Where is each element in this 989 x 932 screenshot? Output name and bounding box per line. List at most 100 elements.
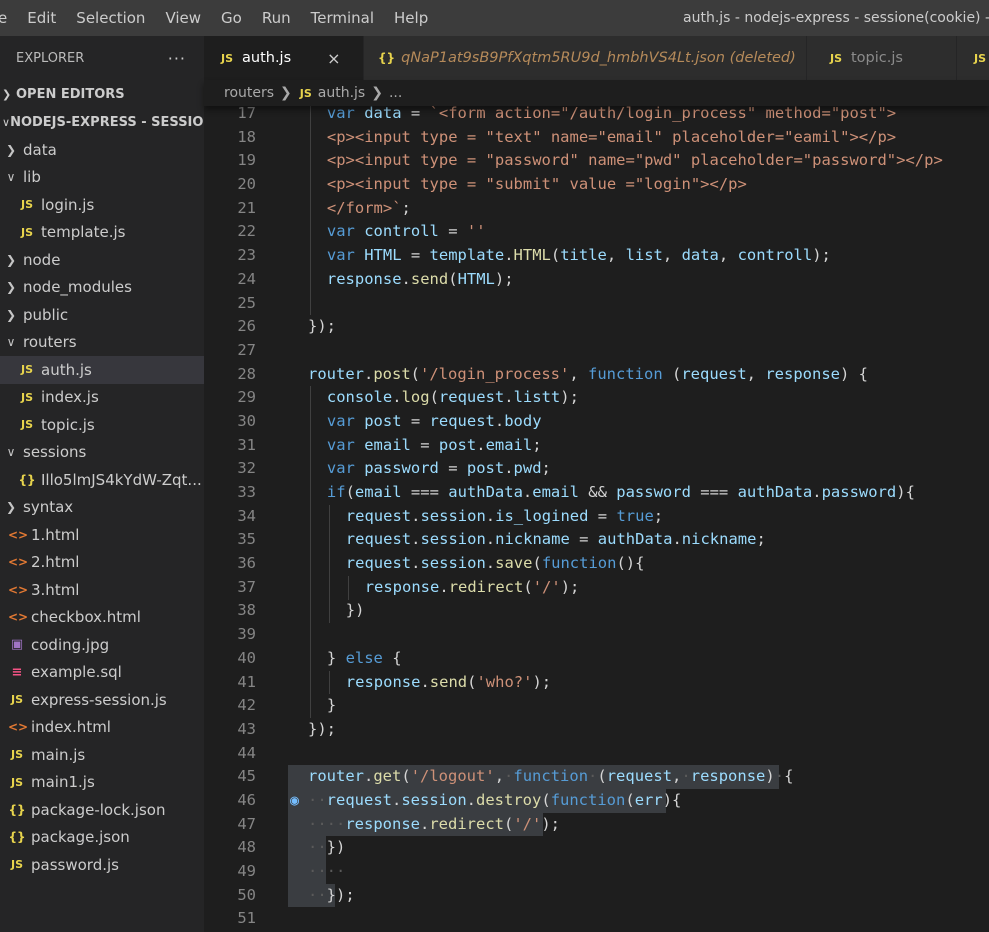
code-token: request <box>345 506 412 525</box>
file-item[interactable]: JS topic.js <box>0 411 204 439</box>
code-token: }) <box>326 838 346 857</box>
js-file-icon: JS <box>20 418 33 432</box>
file-item[interactable]: JS index.js <box>0 384 204 412</box>
more-actions-icon[interactable]: ··· <box>168 49 186 68</box>
breadcrumb-separator-icon: ❯ <box>280 85 292 101</box>
chevron-right-icon: ❯ <box>5 500 17 515</box>
line-number: 43 <box>237 719 256 738</box>
code-token: authData <box>597 530 673 549</box>
code-token: ( <box>429 388 439 407</box>
line-number: 19 <box>237 151 256 170</box>
file-item[interactable]: {} package.json <box>0 824 204 852</box>
code-token: . <box>401 269 411 288</box>
menu-item-edit[interactable]: Edit <box>17 0 66 36</box>
file-item[interactable]: JS auth.js <box>0 356 204 384</box>
tab-file[interactable]: JS <box>957 36 989 80</box>
menu-item-view[interactable]: View <box>155 0 211 36</box>
folder-item[interactable]: ∨ lib <box>0 164 204 192</box>
tab-auth[interactable]: JS auth.js × <box>204 36 364 80</box>
tab-qNaP1at9sB9PfXqtm5RU[interactable]: {} qNaP1at9sB9PfXqtm5RU9d_hmbhVS4Lt.json … <box>364 36 807 80</box>
menu-item-terminal[interactable]: Terminal <box>301 0 384 36</box>
menu-item-help[interactable]: Help <box>384 0 438 36</box>
code-token: . <box>485 506 496 525</box>
tree-item-label: template.js <box>41 223 126 242</box>
file-item[interactable]: JS main1.js <box>0 769 204 797</box>
code-token: ); <box>494 269 514 288</box>
file-item[interactable]: JS login.js <box>0 191 204 219</box>
file-item[interactable]: <> 2.html <box>0 549 204 577</box>
file-item[interactable]: ▣ coding.jpg <box>0 631 204 659</box>
file-item[interactable]: <> 3.html <box>0 576 204 604</box>
menu-item-run[interactable]: Run <box>252 0 301 36</box>
code-token: ( <box>448 269 458 288</box>
code-token: session <box>420 554 486 573</box>
chevron-right-icon: ❯ <box>5 280 17 295</box>
code-editor[interactable]: 17 var data = `<form action="/auth/login_… <box>204 106 989 932</box>
code-token: ; <box>756 530 766 549</box>
code-token: password <box>616 483 691 501</box>
line-number: 37 <box>237 577 256 596</box>
breadcrumb-more[interactable]: ... <box>389 85 402 101</box>
line-number: 47 <box>237 814 256 833</box>
file-item[interactable]: {} package-lock.json <box>0 796 204 824</box>
code-token: ){ <box>662 790 682 809</box>
file-item[interactable]: {} Illo5lmJS4kYdW-Zqt... <box>0 466 204 494</box>
tree-item-label: coding.jpg <box>31 635 110 654</box>
open-editors-section[interactable]: ❯ OPEN EDITORS <box>0 80 204 108</box>
folder-item[interactable]: ∨ routers <box>0 329 204 357</box>
explorer-header: EXPLORER ··· <box>0 36 204 80</box>
code-token: response <box>364 577 440 596</box>
folder-item[interactable]: ❯ node <box>0 246 204 274</box>
close-icon[interactable]: × <box>327 49 340 68</box>
code-token: ); <box>812 246 831 265</box>
file-item[interactable]: <> 1.html <box>0 521 204 549</box>
file-item[interactable]: ≡ example.sql <box>0 659 204 687</box>
file-item[interactable]: <> checkbox.html <box>0 604 204 632</box>
menu-item-selection[interactable]: Selection <box>66 0 155 36</box>
code-token: is_logined <box>495 506 589 525</box>
file-item[interactable]: JS express-session.js <box>0 686 204 714</box>
folder-item[interactable]: ❯ syntax <box>0 494 204 522</box>
code-token: response <box>345 814 420 833</box>
code-text: </form>`; <box>327 197 411 221</box>
folder-item[interactable]: ∨ sessions <box>0 439 204 467</box>
menu-item-e[interactable]: e <box>0 0 17 36</box>
chevron-right-icon: ❯ <box>5 142 17 157</box>
explorer-sidebar: EXPLORER ··· ❯ OPEN EDITORS ∨ NODEJS-EXP… <box>0 36 204 932</box>
file-item[interactable]: <> index.html <box>0 714 204 742</box>
code-token: · <box>681 767 691 786</box>
folder-item[interactable]: ❯ node_modules <box>0 274 204 302</box>
indent-guide <box>329 670 330 695</box>
line-number: 18 <box>237 127 256 146</box>
file-item[interactable]: JS template.js <box>0 219 204 247</box>
tree-item-label: Illo5lmJS4kYdW-Zqt... <box>41 470 202 489</box>
tab-topic[interactable]: JS topic.js <box>807 36 957 80</box>
lightbulb-icon[interactable]: ◉ <box>290 789 299 813</box>
folder-item[interactable]: ❯ public <box>0 301 204 329</box>
code-token: data <box>364 106 402 122</box>
code-token: nickname <box>495 530 570 549</box>
breadcrumb-folder[interactable]: routers <box>224 85 274 101</box>
line-number: 45 <box>237 767 256 786</box>
code-token: ; <box>541 459 551 478</box>
breadcrumb-file[interactable]: auth.js <box>318 85 365 101</box>
line-number: 41 <box>237 672 256 691</box>
project-section[interactable]: ∨ NODEJS-EXPRESS - SESSIO... <box>0 108 204 136</box>
code-text: <p><input type = "text" name="email" pla… <box>327 126 896 150</box>
code-token: , <box>606 246 626 265</box>
tree-item-label: express-session.js <box>31 690 167 709</box>
line-number: 42 <box>237 696 256 715</box>
code-token: { <box>382 648 402 667</box>
code-token: = <box>410 435 439 454</box>
code-token: === <box>690 483 738 501</box>
menu-item-go[interactable]: Go <box>211 0 252 36</box>
code-token: <p><input type = "submit" value ="login"… <box>326 175 747 194</box>
code-token: , <box>718 246 738 265</box>
code-token: ·· <box>308 885 327 904</box>
file-item[interactable]: JS main.js <box>0 741 204 769</box>
code-text: ··}); <box>308 884 355 908</box>
code-token: = <box>569 530 598 549</box>
code-token: controll <box>364 222 439 241</box>
file-item[interactable]: JS password.js <box>0 851 204 879</box>
folder-item[interactable]: ❯ data <box>0 136 204 164</box>
